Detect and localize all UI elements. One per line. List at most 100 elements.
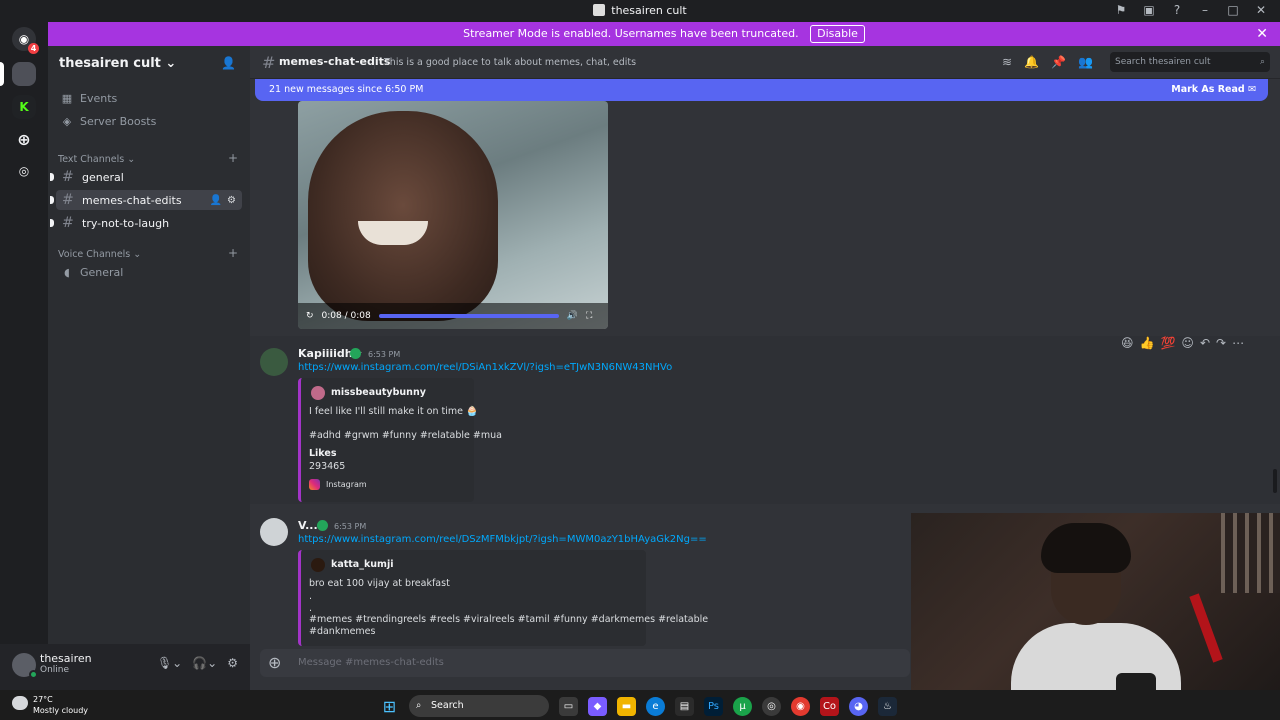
windows-start-icon[interactable]: ⊞ — [380, 697, 399, 716]
obs-icon[interactable]: ◎ — [762, 696, 781, 716]
avatar[interactable] — [260, 518, 288, 546]
utorrent-icon[interactable]: µ — [733, 696, 752, 716]
replay-icon[interactable]: ↻ — [306, 311, 314, 321]
discover-icon[interactable]: ◎ — [12, 159, 36, 183]
user-panel: thesairen Online 🎙⌄ 🎧⌄ ⚙ — [0, 644, 250, 690]
server-name[interactable]: thesairen cult ⌄ — [59, 56, 176, 71]
text-channels-category[interactable]: Text Channels ⌄ — [58, 154, 135, 165]
hash-icon: # — [262, 53, 276, 72]
link-embed: missbeautybunny I feel like I'll still m… — [298, 378, 502, 502]
discord-home-icon[interactable]: ◉ 4 — [12, 27, 39, 54]
close-banner-icon[interactable]: ✕ — [1256, 22, 1268, 46]
voice-channel-general[interactable]: ◖ General — [60, 266, 123, 279]
message-actions: 😆 👍 💯 ☺ ↶ ↷ ⋯ — [1121, 336, 1244, 350]
fullscreen-icon[interactable]: ⛶ — [586, 311, 592, 321]
file-explorer-icon[interactable]: ▬ — [617, 696, 636, 716]
volume-icon[interactable]: 🔊 — [567, 311, 578, 321]
channel-general[interactable]: # general — [50, 167, 242, 187]
user-name: thesairen — [40, 652, 92, 665]
video-attachment[interactable]: ↻ 0:08 / 0:08 🔊 ⛶ — [298, 101, 608, 329]
copilot-icon[interactable]: ◆ — [588, 696, 607, 716]
maximize-button[interactable]: □ — [1226, 3, 1240, 17]
headphones-icon[interactable]: 🎧⌄ — [192, 656, 217, 670]
steam-icon[interactable]: ♨ — [878, 696, 897, 716]
gear-icon[interactable]: ⚙ — [227, 656, 238, 670]
server-boosts-item[interactable]: ◈ Server Boosts — [60, 115, 157, 128]
reply-icon[interactable]: ↶ — [1200, 336, 1210, 350]
window-title: thesairen cult — [611, 4, 687, 17]
forward-icon[interactable]: ↷ — [1216, 336, 1226, 350]
invite-icon[interactable]: 👤 — [221, 56, 236, 70]
discord-icon[interactable]: ◕ — [849, 696, 868, 716]
banner-text: Streamer Mode is enabled. Usernames have… — [463, 27, 799, 40]
invite-member-icon[interactable]: 👤 — [210, 195, 222, 206]
reaction-100-icon[interactable]: 💯 — [1160, 336, 1175, 350]
server-avatar-icon[interactable] — [12, 62, 36, 86]
reaction-laugh-icon[interactable]: 😆 — [1121, 336, 1134, 350]
members-icon[interactable]: 👥 — [1078, 55, 1093, 69]
edge-icon[interactable]: e — [646, 696, 665, 716]
threads-icon[interactable]: ≋ — [1002, 55, 1012, 69]
message-link[interactable]: https://www.instagram.com/reel/DSzMFMbkj… — [298, 534, 707, 545]
add-reaction-icon[interactable]: ☺ — [1181, 336, 1194, 350]
calendar-icon: ▦ — [61, 92, 73, 105]
message-input[interactable]: Message #memes-chat-edits — [298, 657, 444, 668]
new-messages-bar[interactable]: 21 new messages since 6:50 PM Mark As Re… — [255, 79, 1268, 101]
streamer-mode-banner: Streamer Mode is enabled. Usernames have… — [48, 22, 1280, 46]
taskbar-search[interactable]: ⌕ Search — [409, 695, 549, 717]
gear-icon[interactable]: ⚙ — [227, 195, 236, 206]
voice-channels-category[interactable]: Voice Channels ⌄ — [58, 249, 141, 260]
message-composer[interactable]: ⊕ Message #memes-chat-edits — [260, 649, 910, 677]
store-icon[interactable]: ▤ — [675, 696, 694, 716]
notification-badge: 4 — [28, 43, 39, 54]
add-text-channel-icon[interactable]: + — [228, 151, 238, 165]
channel-topic[interactable]: This is a good place to talk about memes… — [384, 57, 636, 68]
reaction-thumbs-up-icon[interactable]: 👍 — [1140, 336, 1155, 350]
help-icon[interactable]: ? — [1170, 3, 1184, 17]
embed-description: I feel like I'll still make it on time 🧁 — [309, 406, 478, 417]
embed-description: bro eat 100 vijay at breakfast — [309, 578, 450, 589]
search-input[interactable]: Search thesairen cult ⌕ — [1110, 52, 1270, 72]
channel-memes-chat-edits[interactable]: # memes-chat-edits 👤 ⚙ — [50, 190, 242, 210]
channel-try-not-to-laugh[interactable]: # try-not-to-laugh — [50, 213, 242, 233]
kick-server-icon[interactable]: K — [12, 95, 36, 119]
server-icon — [593, 4, 606, 16]
user-status: Online — [40, 665, 70, 675]
weather-widget[interactable]: 27°C Mostly cloudy — [12, 693, 102, 717]
taskbar: 27°C Mostly cloudy ⊞ ⌕ Search ▭ ◆ ▬ e ▤ P… — [0, 690, 1280, 720]
video-controls: ↻ 0:08 / 0:08 🔊 ⛶ — [298, 303, 608, 329]
microphone-icon[interactable]: 🎙⌄ — [157, 656, 182, 670]
message-author[interactable]: V... — [298, 519, 318, 532]
events-item[interactable]: ▦ Events — [60, 92, 117, 105]
more-icon[interactable]: ⋯ — [1232, 336, 1244, 350]
pin-icon[interactable]: 📌 — [1051, 55, 1066, 69]
message-link[interactable]: https://www.instagram.com/reel/DSiAn1xkZ… — [298, 362, 672, 373]
scrollbar-thumb[interactable] — [1273, 469, 1277, 493]
embed-author[interactable]: missbeautybunny — [331, 387, 426, 398]
video-progress-bar[interactable] — [378, 314, 559, 318]
inbox-icon[interactable]: ▣ — [1142, 3, 1156, 17]
avatar[interactable] — [260, 348, 288, 376]
disable-button[interactable]: Disable — [810, 25, 865, 43]
embed-tags: #dankmemes — [309, 626, 376, 637]
embed-likes-value: 293465 — [309, 461, 346, 472]
verified-badge — [317, 520, 328, 531]
weather-condition: Mostly cloudy — [33, 706, 88, 715]
flag-icon[interactable]: ⚑ — [1114, 3, 1128, 17]
hash-icon: # — [62, 169, 74, 185]
video-frame — [308, 111, 498, 321]
photoshop-icon[interactable]: Ps — [704, 696, 723, 716]
capcut-icon[interactable]: Co — [820, 696, 839, 716]
bell-icon[interactable]: 🔔 — [1024, 55, 1039, 69]
minimize-button[interactable]: – — [1198, 3, 1212, 17]
task-view-icon[interactable]: ▭ — [559, 696, 578, 716]
webcam-overlay — [911, 513, 1280, 720]
close-window-button[interactable]: ✕ — [1254, 3, 1268, 17]
mark-as-read-button[interactable]: Mark As Read ✉ — [1171, 79, 1256, 101]
embed-tags: #adhd #grwm #funny #relatable #mua — [309, 430, 502, 441]
add-server-icon[interactable]: ⊕ — [12, 127, 36, 151]
embed-author[interactable]: katta_kumji — [331, 559, 393, 570]
add-attachment-icon[interactable]: ⊕ — [268, 653, 281, 672]
chrome-icon[interactable]: ◉ — [791, 696, 810, 716]
add-voice-channel-icon[interactable]: + — [228, 246, 238, 260]
